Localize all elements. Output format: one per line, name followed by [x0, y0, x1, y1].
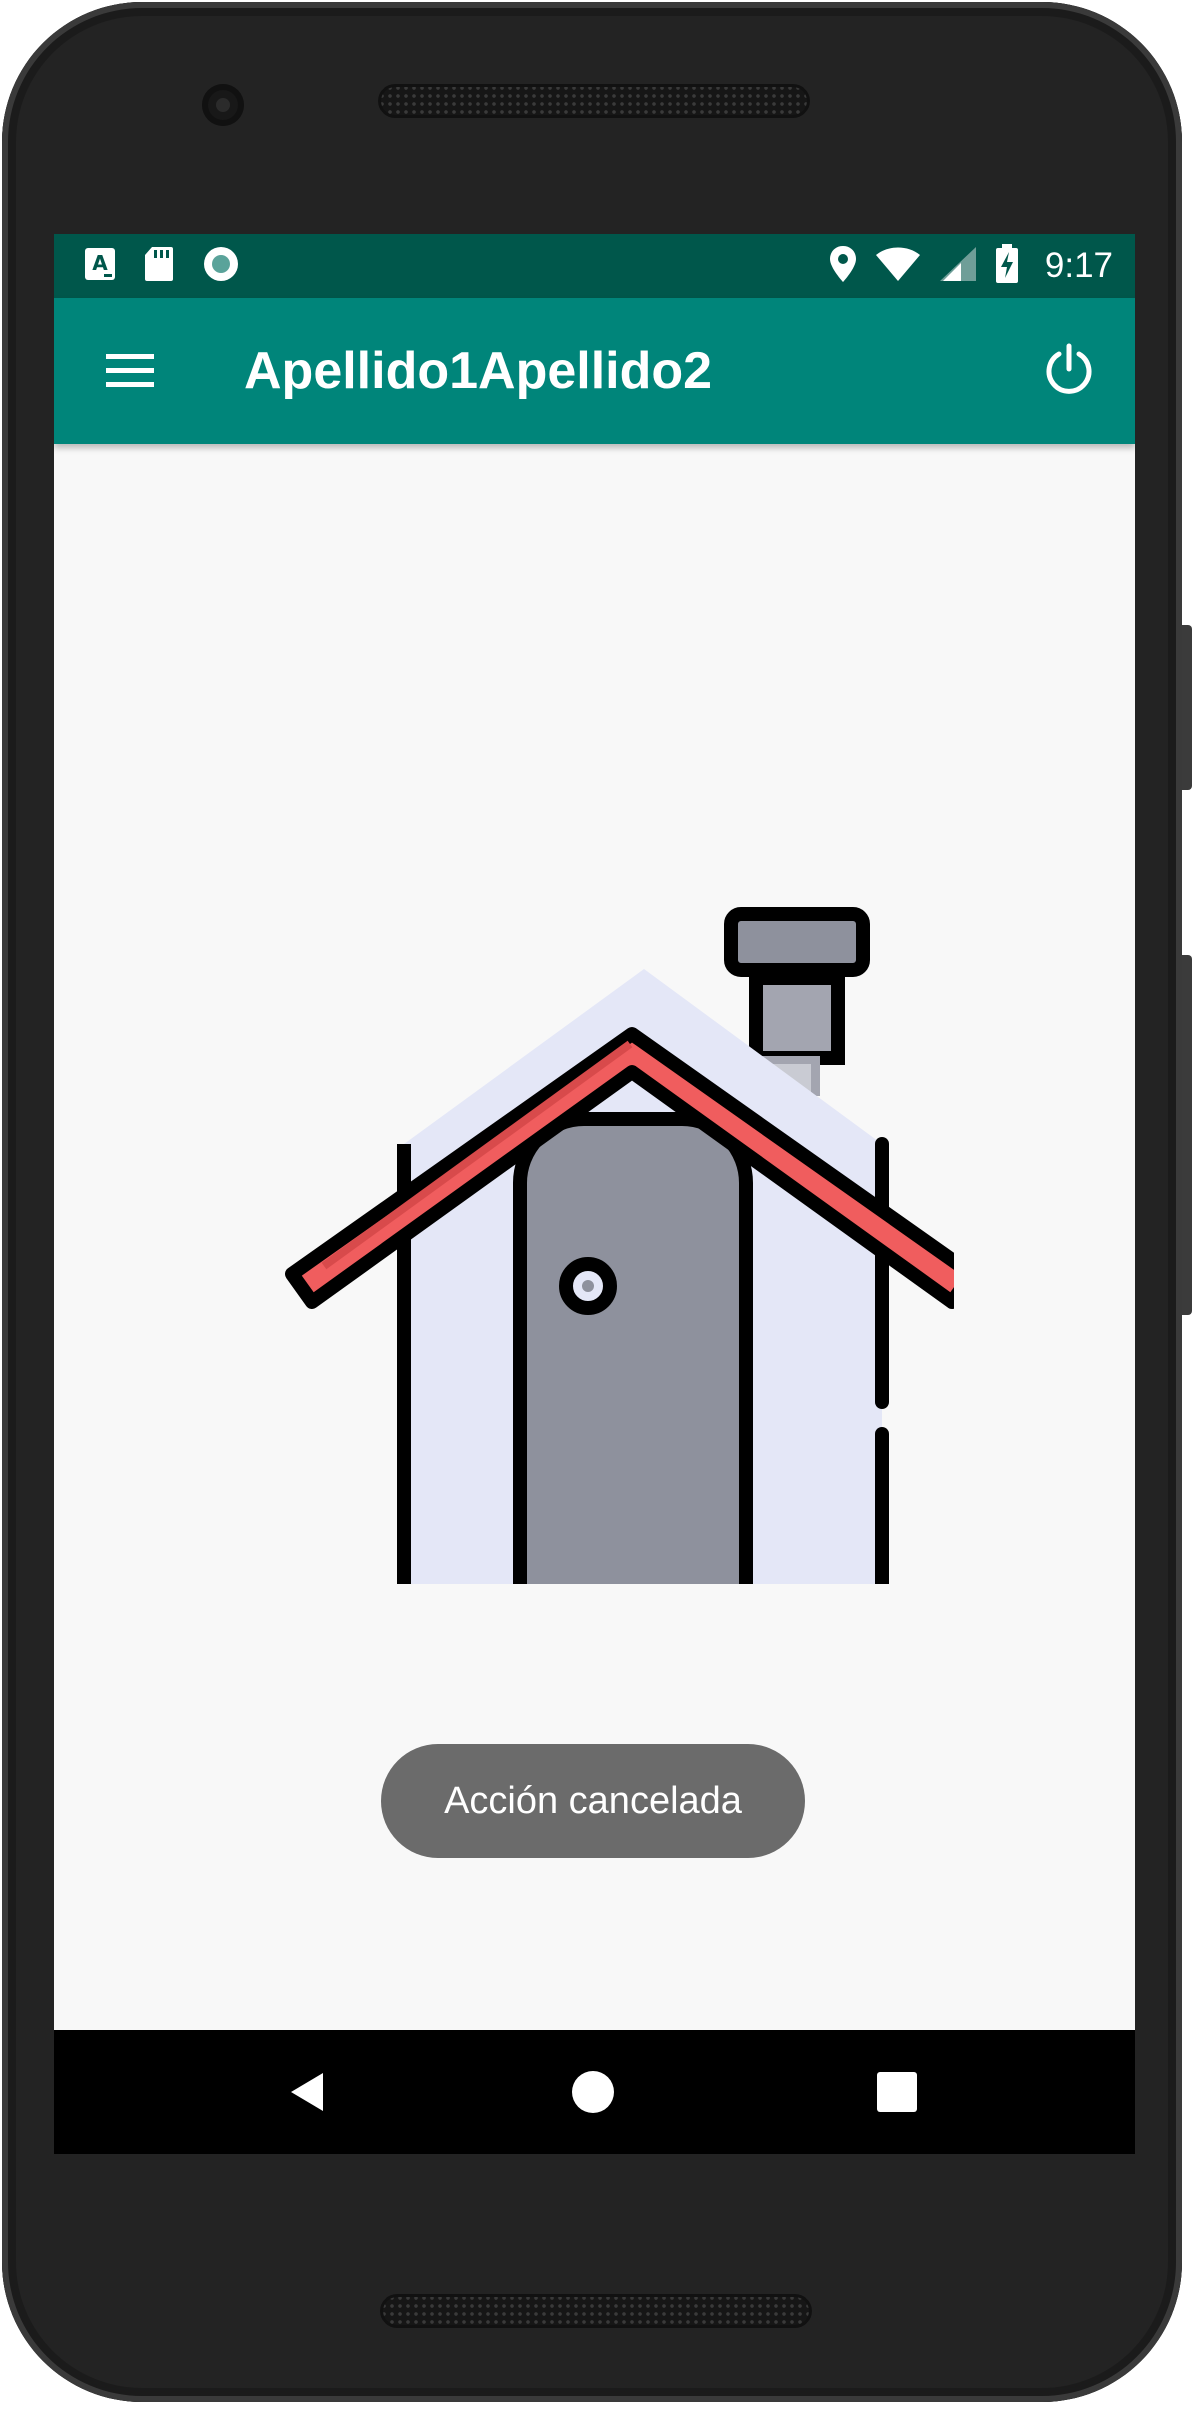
- top-speaker: [378, 84, 810, 118]
- bottom-speaker: [380, 2294, 812, 2328]
- signal-icon: [939, 246, 977, 287]
- toast-message: Acción cancelada: [381, 1744, 805, 1858]
- recents-icon: [877, 2072, 917, 2112]
- power-side-button[interactable]: [1182, 625, 1192, 790]
- keyboard-a-icon: A: [84, 247, 116, 286]
- phone-frame: A 9:17 Apellido1Apellido2 Acción cancela…: [2, 2, 1182, 2402]
- battery-charging-icon: [995, 243, 1019, 289]
- svg-text:A: A: [92, 251, 108, 275]
- status-time: 9:17: [1044, 246, 1113, 285]
- back-button[interactable]: [268, 2052, 348, 2132]
- volume-side-button[interactable]: [1182, 955, 1192, 1315]
- app-toolbar: Apellido1Apellido2: [54, 298, 1135, 444]
- wifi-icon: [875, 246, 921, 287]
- front-camera: [202, 84, 244, 126]
- power-icon: [1046, 343, 1092, 394]
- back-icon: [291, 2073, 323, 2111]
- home-button[interactable]: [553, 2052, 633, 2132]
- sd-card-icon: [144, 246, 174, 287]
- hamburger-menu-icon: [106, 354, 154, 387]
- home-icon: [572, 2071, 614, 2113]
- device-screen: A 9:17 Apellido1Apellido2 Acción cancela…: [54, 234, 1135, 2154]
- menu-button[interactable]: [98, 339, 162, 403]
- location-icon: [829, 245, 857, 288]
- record-icon: [202, 245, 240, 288]
- app-title: Apellido1Apellido2: [244, 342, 713, 400]
- logout-button[interactable]: [1033, 334, 1105, 406]
- navigation-bar: [54, 2030, 1135, 2154]
- recents-button[interactable]: [857, 2052, 937, 2132]
- house-icon: [274, 894, 979, 1799]
- status-bar: A 9:17: [54, 234, 1135, 298]
